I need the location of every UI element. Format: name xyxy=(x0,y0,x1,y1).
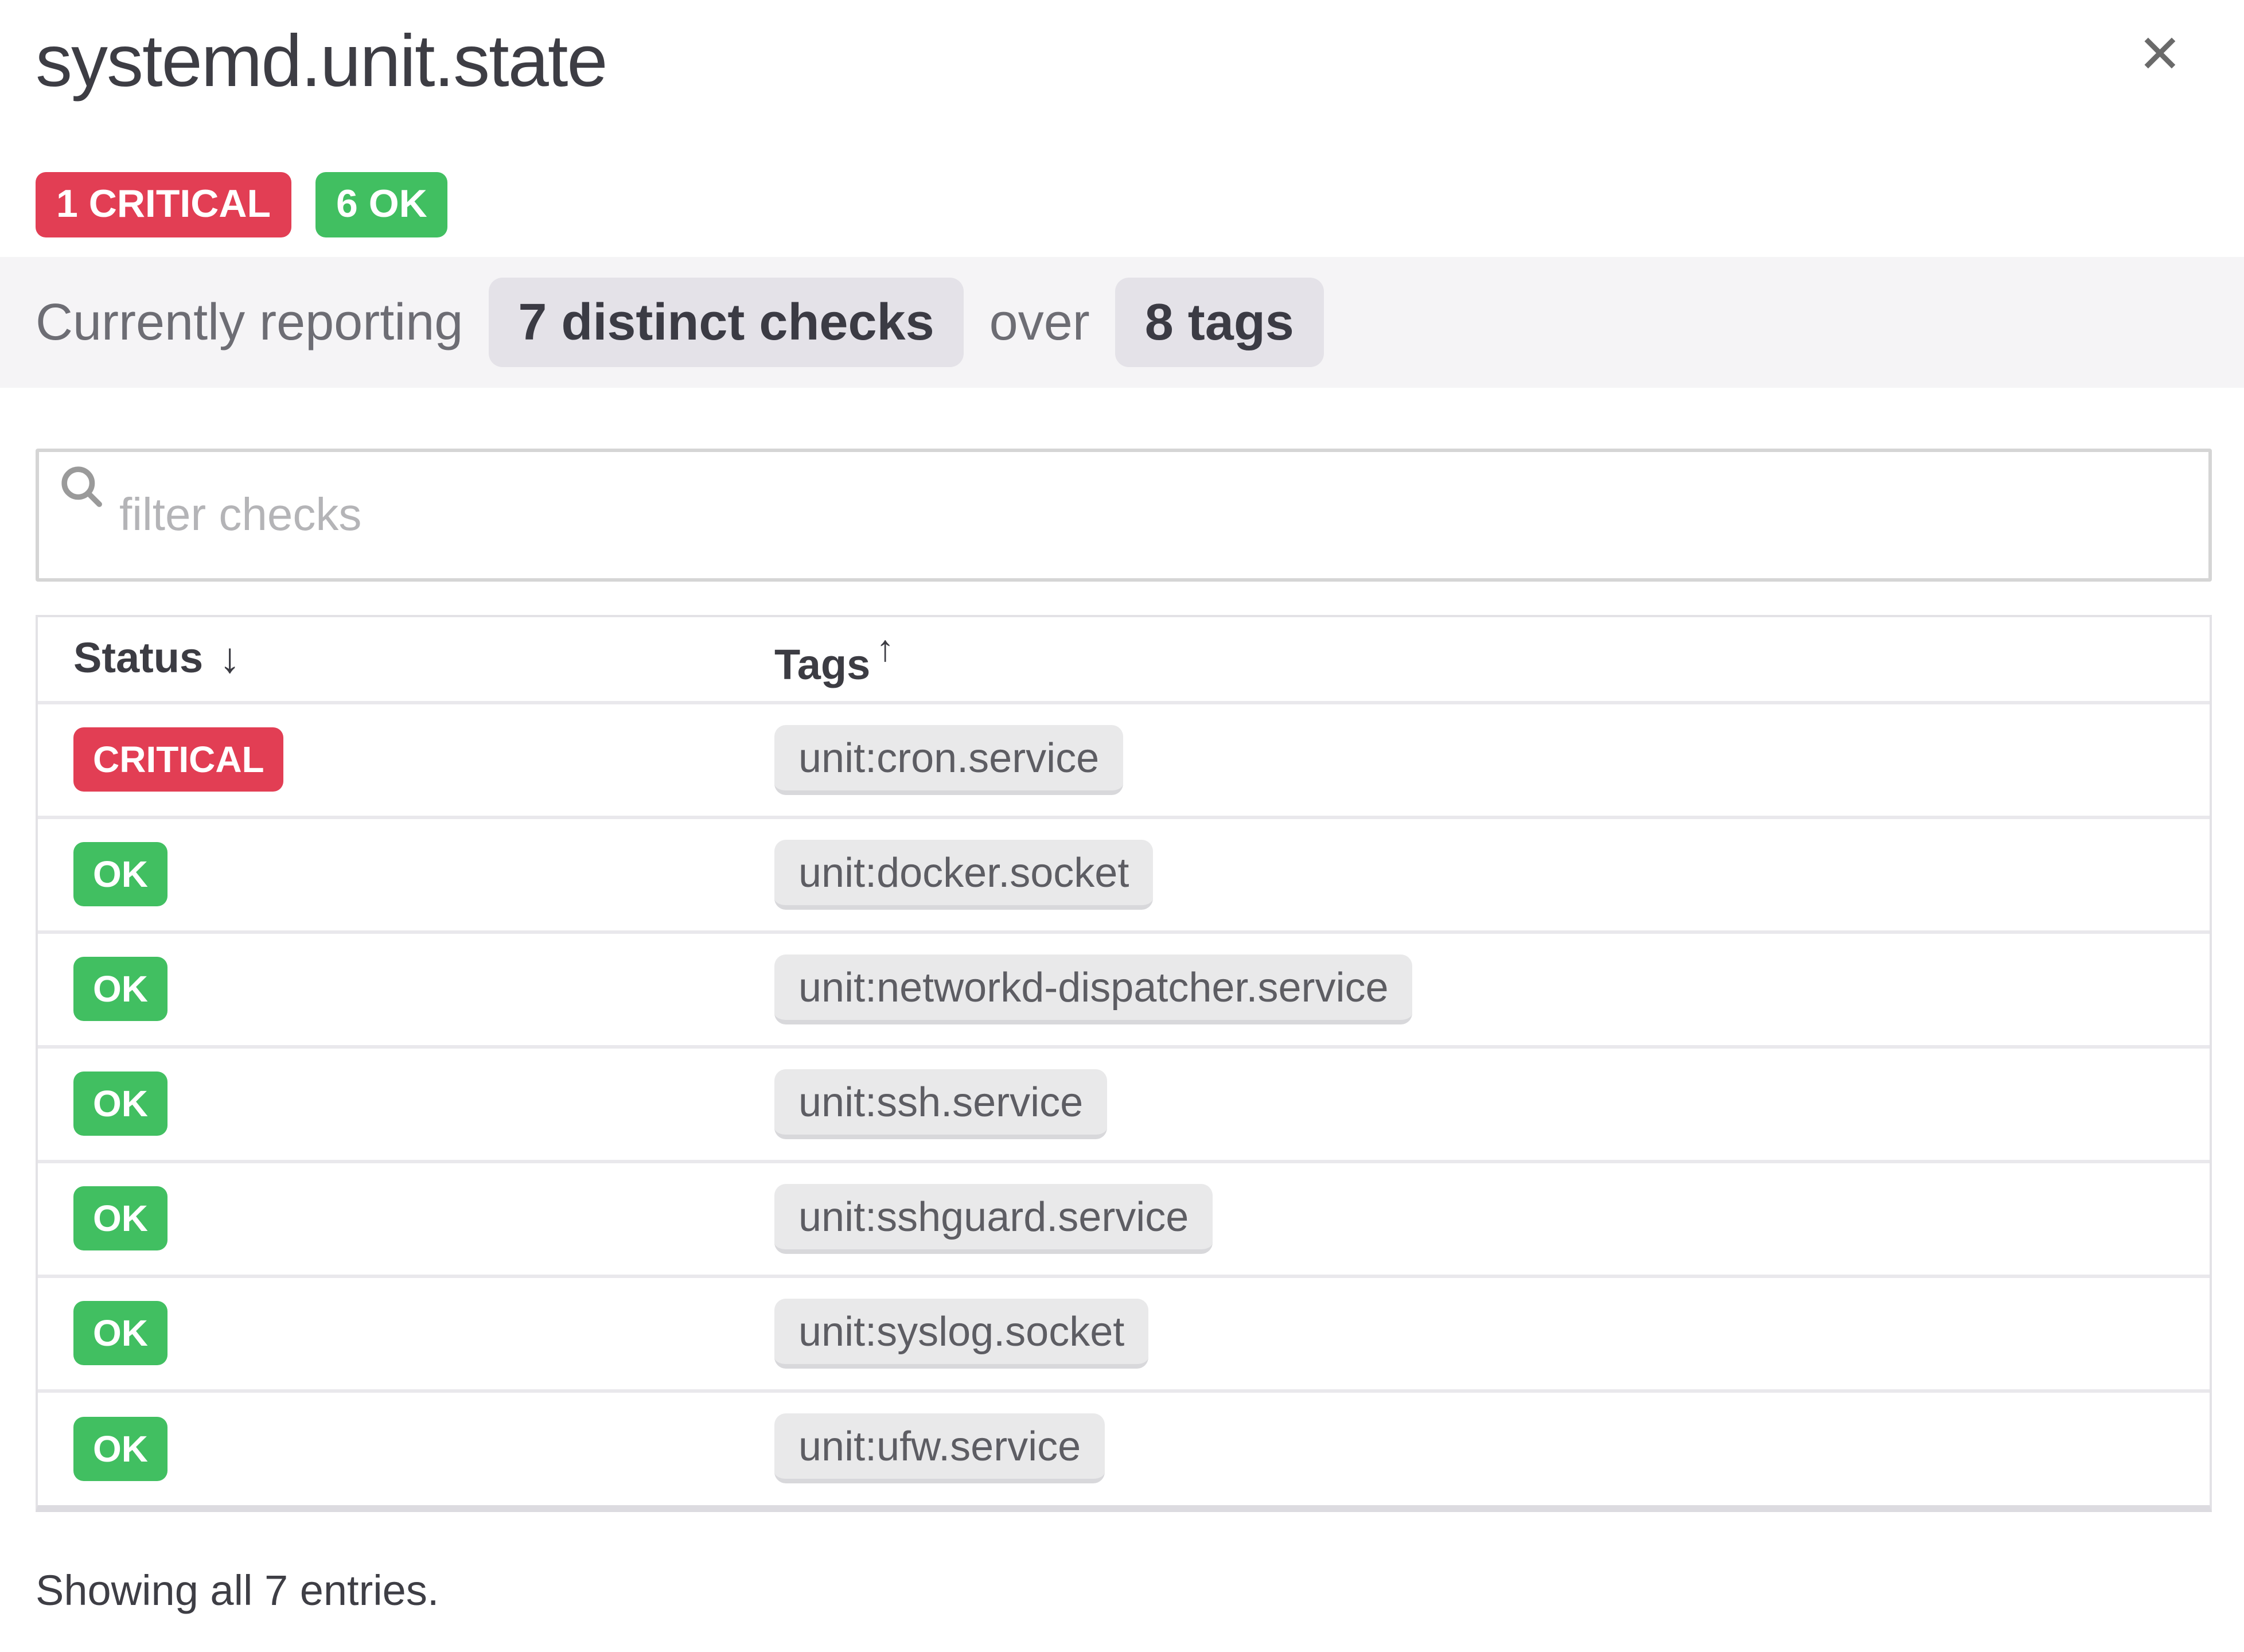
column-header-status[interactable]: Status ↓ xyxy=(38,617,739,702)
status-cell: OK xyxy=(38,817,739,932)
table-row: CRITICAL unit:cron.service xyxy=(38,702,2210,817)
page-title: systemd.unit.state xyxy=(36,18,607,103)
critical-count-badge: 1 CRITICAL xyxy=(36,172,291,237)
tags-cell: unit:docker.socket xyxy=(739,817,2210,932)
tag-pill[interactable]: unit:networkd-dispatcher.service xyxy=(774,954,1413,1024)
status-cell: OK xyxy=(38,1046,739,1161)
status-badge: OK xyxy=(73,842,167,907)
page-scale-wrapper: systemd.unit.state ✕ 1 CRITICAL 6 OK Cur… xyxy=(0,0,2244,1652)
close-icon[interactable]: ✕ xyxy=(2138,28,2182,80)
status-badge: OK xyxy=(73,1186,167,1251)
status-badge: OK xyxy=(73,1072,167,1136)
tag-pill[interactable]: unit:docker.socket xyxy=(774,839,1153,909)
tags-count-pill: 8 tags xyxy=(1115,278,1324,367)
check-summary-modal: systemd.unit.state ✕ 1 CRITICAL 6 OK Cur… xyxy=(0,0,2244,1652)
status-summary: 1 CRITICAL 6 OK xyxy=(36,172,448,237)
status-column-label: Status xyxy=(73,635,203,682)
tag-pill[interactable]: unit:sshguard.service xyxy=(774,1183,1213,1253)
filter-checks-box xyxy=(36,449,2212,582)
status-cell: OK xyxy=(38,1390,739,1505)
ok-count-badge: 6 OK xyxy=(315,172,448,237)
tag-pill[interactable]: unit:ufw.service xyxy=(774,1414,1105,1484)
status-cell: OK xyxy=(38,1276,739,1390)
table-row: OK unit:docker.socket xyxy=(38,817,2210,932)
check-table-body: CRITICAL unit:cron.service OK unit:docke… xyxy=(38,702,2210,1505)
tags-cell: unit:networkd-dispatcher.service xyxy=(739,932,2210,1046)
reporting-prefix-text: Currently reporting xyxy=(36,293,463,352)
column-header-tags[interactable]: Tags↑ xyxy=(739,617,2210,702)
status-badge: OK xyxy=(73,957,167,1022)
tags-cell: unit:ssh.service xyxy=(739,1046,2210,1161)
tag-pill[interactable]: unit:cron.service xyxy=(774,724,1123,794)
tags-column-label: Tags xyxy=(774,642,870,689)
status-badge: OK xyxy=(73,1416,167,1481)
tags-cell: unit:sshguard.service xyxy=(739,1161,2210,1276)
reporting-connector-text: over xyxy=(989,293,1090,352)
reporting-band: Currently reporting 7 distinct checks ov… xyxy=(0,257,2244,388)
entries-count-text: Showing all 7 entries. xyxy=(36,1567,439,1615)
tags-cell: unit:ufw.service xyxy=(739,1390,2210,1505)
status-cell: OK xyxy=(38,932,739,1046)
table-row: OK unit:networkd-dispatcher.service xyxy=(38,932,2210,1046)
table-row: OK unit:ufw.service xyxy=(38,1390,2210,1505)
tags-cell: unit:syslog.socket xyxy=(739,1276,2210,1390)
table-header-row: Status ↓ Tags↑ xyxy=(38,617,2210,702)
tags-cell: unit:cron.service xyxy=(739,702,2210,817)
status-cell: OK xyxy=(38,1161,739,1276)
distinct-checks-pill: 7 distinct checks xyxy=(488,278,964,367)
sort-ascending-icon: ↑ xyxy=(876,628,894,669)
sort-descending-icon: ↓ xyxy=(219,635,240,682)
table-row: OK unit:ssh.service xyxy=(38,1046,2210,1161)
table-row: OK unit:sshguard.service xyxy=(38,1161,2210,1276)
filter-checks-input[interactable] xyxy=(39,452,2208,578)
status-badge: CRITICAL xyxy=(73,727,284,792)
status-badge: OK xyxy=(73,1301,167,1366)
tag-pill[interactable]: unit:ssh.service xyxy=(774,1069,1107,1139)
status-cell: CRITICAL xyxy=(38,702,739,817)
checks-table: Status ↓ Tags↑ CRITICAL unit:cron.service… xyxy=(36,615,2212,1512)
tag-pill[interactable]: unit:syslog.socket xyxy=(774,1298,1148,1368)
table-row: OK unit:syslog.socket xyxy=(38,1276,2210,1390)
